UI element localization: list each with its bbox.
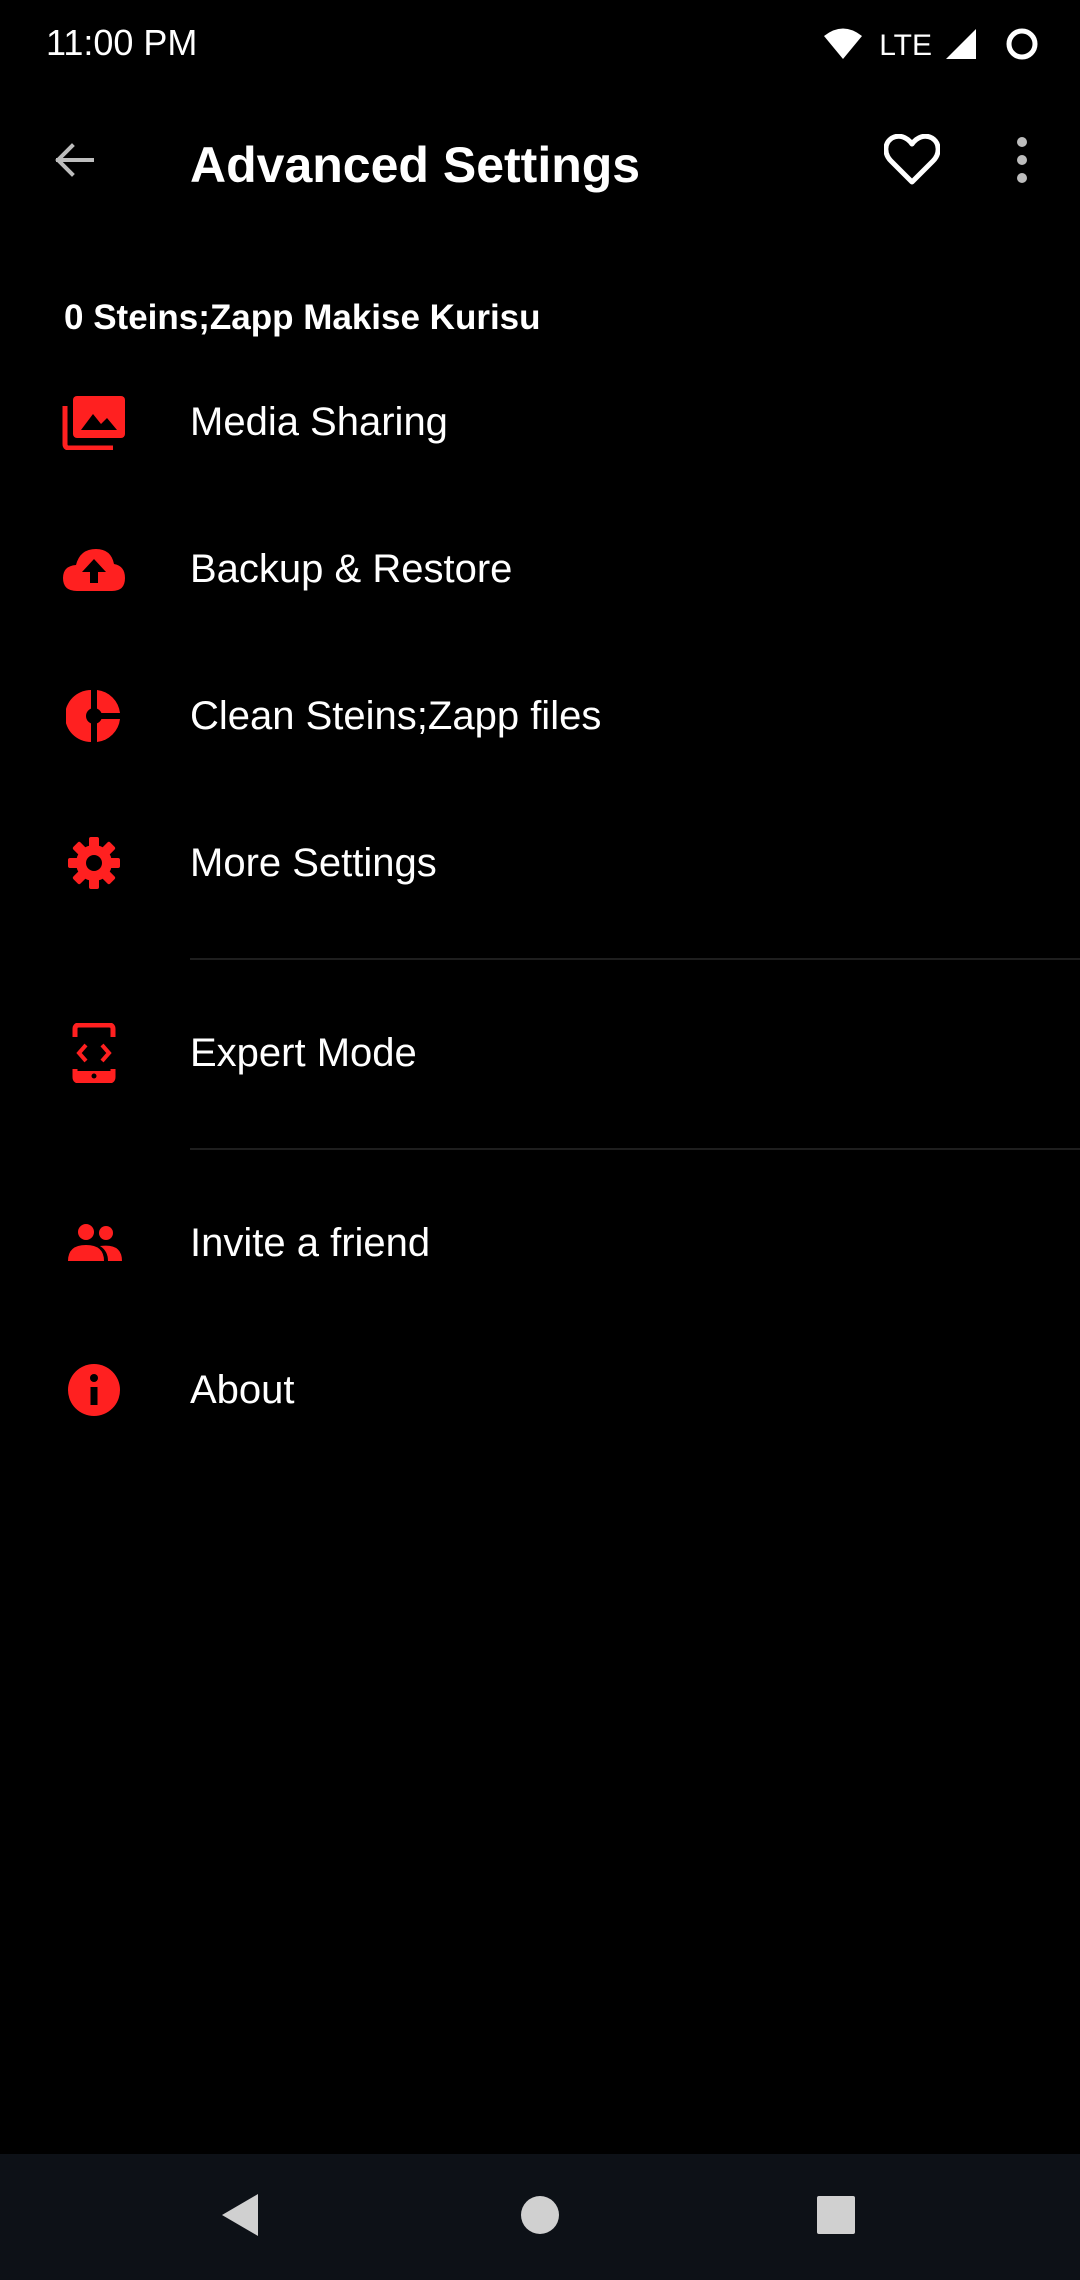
storage-pie-icon <box>60 686 128 746</box>
wifi-icon <box>823 27 863 66</box>
nav-home-icon <box>520 2195 560 2240</box>
menu-item-label: Expert Mode <box>190 1031 417 1075</box>
account-label: 0 Steins;Zapp Makise Kurisu <box>64 298 541 337</box>
network-type: LTE <box>879 29 932 62</box>
arrow-back-icon <box>50 136 98 189</box>
more-vert-icon <box>1014 136 1030 189</box>
page-title: Advanced Settings <box>190 137 641 193</box>
menu-item-label: Backup & Restore <box>190 547 513 591</box>
menu-item-more-settings[interactable]: More Settings <box>0 793 1080 933</box>
signal-icon <box>944 27 978 66</box>
cloud-upload-icon <box>60 539 128 599</box>
divider <box>190 1148 1080 1150</box>
favorite-button[interactable] <box>876 126 948 198</box>
people-icon <box>60 1213 128 1273</box>
status-icons: LTE <box>823 22 1040 70</box>
menu-item-label: Invite a friend <box>190 1221 431 1265</box>
nav-recents-button[interactable] <box>804 2185 868 2249</box>
developer-mode-icon <box>60 1023 128 1083</box>
more-options-button[interactable] <box>986 126 1058 198</box>
nav-home-button[interactable] <box>508 2185 572 2249</box>
circle-status-icon <box>1004 26 1040 67</box>
heart-outline-icon <box>883 133 941 191</box>
photo-library-icon <box>60 392 128 452</box>
gear-icon <box>60 833 128 893</box>
menu-item-label: Media Sharing <box>190 400 448 444</box>
menu-item-expert-mode[interactable]: Expert Mode <box>0 983 1080 1123</box>
nav-recents-icon <box>816 2195 856 2240</box>
navigation-bar <box>0 2154 1080 2280</box>
menu-item-label: Clean Steins;Zapp files <box>190 694 602 738</box>
menu-item-clean-files[interactable]: Clean Steins;Zapp files <box>0 646 1080 786</box>
status-time: 11:00 PM <box>46 22 198 63</box>
nav-back-button[interactable] <box>208 2185 272 2249</box>
nav-back-icon <box>218 2192 262 2243</box>
menu-item-label: About <box>190 1368 295 1412</box>
divider <box>190 958 1080 960</box>
menu-item-label: More Settings <box>190 841 437 885</box>
menu-item-about[interactable]: About <box>0 1320 1080 1460</box>
menu-item-media-sharing[interactable]: Media Sharing <box>0 352 1080 492</box>
back-button[interactable] <box>38 126 110 198</box>
app-bar: Advanced Settings <box>0 92 1080 232</box>
info-icon <box>60 1360 128 1420</box>
menu-item-backup-restore[interactable]: Backup & Restore <box>0 499 1080 639</box>
status-bar: 11:00 PM LTE <box>0 0 1080 92</box>
menu-item-invite-friend[interactable]: Invite a friend <box>0 1173 1080 1313</box>
